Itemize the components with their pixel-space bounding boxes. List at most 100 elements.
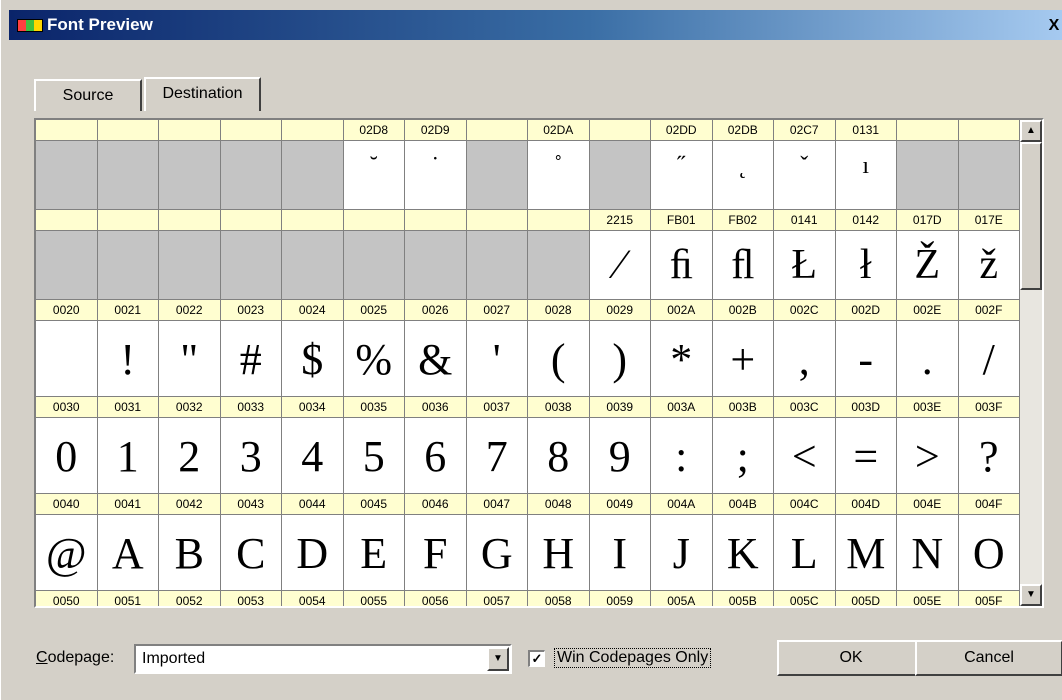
glyph-cell[interactable] xyxy=(36,321,98,397)
glyph-cell[interactable]: ? xyxy=(958,418,1020,494)
tab-source[interactable]: Source xyxy=(34,79,142,111)
glyph-cell[interactable]: , xyxy=(774,321,836,397)
glyph-cell[interactable]: J xyxy=(651,515,713,591)
glyph-cell[interactable]: ž xyxy=(958,231,1020,300)
glyph-cell[interactable]: 2 xyxy=(159,418,221,494)
glyph-cell[interactable]: = xyxy=(835,418,897,494)
ok-button[interactable]: OK xyxy=(777,640,925,676)
glyph-cell[interactable]: 4 xyxy=(282,418,344,494)
glyph-cell[interactable] xyxy=(159,141,221,210)
glyph-cell[interactable]: C xyxy=(220,515,282,591)
glyph-cell[interactable] xyxy=(97,231,159,300)
glyph-cell[interactable]: # xyxy=(220,321,282,397)
glyph-cell[interactable]: ˝ xyxy=(651,141,713,210)
glyph-cell[interactable]: " xyxy=(159,321,221,397)
glyph-cell[interactable]: G xyxy=(466,515,528,591)
glyph-cell[interactable]: Ł xyxy=(774,231,836,300)
glyph-cell[interactable] xyxy=(343,231,405,300)
glyph-cell[interactable]: I xyxy=(589,515,651,591)
vertical-scrollbar[interactable]: ▲ ▼ xyxy=(1020,120,1042,606)
codepoint-label: 002E xyxy=(897,300,959,321)
glyph-cell[interactable] xyxy=(159,231,221,300)
glyph-cell[interactable]: 8 xyxy=(528,418,590,494)
glyph-cell[interactable]: @ xyxy=(36,515,98,591)
glyph-cell[interactable]: 5 xyxy=(343,418,405,494)
glyph-cell[interactable]: ˛ xyxy=(712,141,774,210)
glyph-cell[interactable]: Ž xyxy=(897,231,959,300)
glyph-cell[interactable] xyxy=(897,141,959,210)
glyph-cell[interactable] xyxy=(958,141,1020,210)
glyph-cell[interactable]: 7 xyxy=(466,418,528,494)
glyph-cell[interactable]: F xyxy=(405,515,467,591)
scroll-up-icon[interactable]: ▲ xyxy=(1020,120,1042,142)
glyph-cell[interactable] xyxy=(528,231,590,300)
glyph-cell[interactable]: 6 xyxy=(405,418,467,494)
glyph-cell[interactable]: ﬂ xyxy=(712,231,774,300)
codepoint-label xyxy=(405,210,467,231)
glyph-cell[interactable]: - xyxy=(835,321,897,397)
glyph-cell[interactable] xyxy=(282,231,344,300)
glyph-cell[interactable]: 0 xyxy=(36,418,98,494)
glyph-cell[interactable]: M xyxy=(835,515,897,591)
codepoint-label: 004A xyxy=(651,494,713,515)
glyph-cell[interactable]: H xyxy=(528,515,590,591)
glyph-cell[interactable]: : xyxy=(651,418,713,494)
glyph-cell[interactable]: ˙ xyxy=(405,141,467,210)
glyph-cell[interactable]: % xyxy=(343,321,405,397)
glyph-cell[interactable] xyxy=(220,141,282,210)
glyph-cell[interactable]: & xyxy=(405,321,467,397)
glyph-cell[interactable] xyxy=(282,141,344,210)
scroll-thumb[interactable] xyxy=(1020,142,1042,290)
glyph-cell[interactable]: O xyxy=(958,515,1020,591)
glyph-cell[interactable]: L xyxy=(774,515,836,591)
glyph-cell[interactable]: ı xyxy=(835,141,897,210)
glyph-cell[interactable]: B xyxy=(159,515,221,591)
glyph-cell[interactable] xyxy=(405,231,467,300)
glyph-cell[interactable]: $ xyxy=(282,321,344,397)
glyph-cell[interactable]: ˇ xyxy=(774,141,836,210)
glyph-cell[interactable]: ﬁ xyxy=(651,231,713,300)
glyph-cell[interactable]: D xyxy=(282,515,344,591)
glyph-cell[interactable]: > xyxy=(897,418,959,494)
glyph-cell[interactable]: ˘ xyxy=(343,141,405,210)
glyph-cell[interactable] xyxy=(36,231,98,300)
win-codepages-label[interactable]: Win Codepages Only xyxy=(554,648,712,668)
glyph-cell[interactable]: + xyxy=(712,321,774,397)
codepage-select[interactable]: Imported ▼ xyxy=(134,644,512,674)
glyph-cell[interactable]: ˚ xyxy=(528,141,590,210)
glyph-cell[interactable] xyxy=(466,231,528,300)
glyph-cell[interactable] xyxy=(97,141,159,210)
scroll-down-icon[interactable]: ▼ xyxy=(1020,584,1042,606)
glyph-cell[interactable] xyxy=(220,231,282,300)
glyph-cell[interactable]: ł xyxy=(835,231,897,300)
codepoint-label xyxy=(282,210,344,231)
title-bar[interactable]: Font Preview X xyxy=(9,10,1062,40)
close-button[interactable]: X xyxy=(1045,18,1062,36)
glyph-cell[interactable] xyxy=(466,141,528,210)
glyph-cell[interactable]: ∕ xyxy=(589,231,651,300)
glyph-cell[interactable]: A xyxy=(97,515,159,591)
glyph-cell[interactable]: . xyxy=(897,321,959,397)
cancel-button[interactable]: Cancel xyxy=(915,640,1062,676)
tab-destination[interactable]: Destination xyxy=(144,77,261,111)
dropdown-arrow-icon[interactable]: ▼ xyxy=(487,647,509,671)
glyph-cell[interactable]: 9 xyxy=(589,418,651,494)
glyph-cell[interactable]: ! xyxy=(97,321,159,397)
glyph-cell[interactable]: * xyxy=(651,321,713,397)
glyph-cell[interactable]: < xyxy=(774,418,836,494)
glyph-cell[interactable]: 1 xyxy=(97,418,159,494)
glyph-cell[interactable] xyxy=(36,141,98,210)
codepoint-label xyxy=(466,210,528,231)
glyph-cell[interactable]: ) xyxy=(589,321,651,397)
glyph-cell[interactable]: ( xyxy=(528,321,590,397)
glyph-cell[interactable] xyxy=(589,141,651,210)
glyph-cell[interactable]: ; xyxy=(712,418,774,494)
win-codepages-checkbox[interactable]: ✓ xyxy=(528,650,545,667)
codepoint-label: 0056 xyxy=(405,591,467,606)
glyph-cell[interactable]: ' xyxy=(466,321,528,397)
glyph-cell[interactable]: / xyxy=(958,321,1020,397)
glyph-cell[interactable]: 3 xyxy=(220,418,282,494)
glyph-cell[interactable]: N xyxy=(897,515,959,591)
glyph-cell[interactable]: K xyxy=(712,515,774,591)
glyph-cell[interactable]: E xyxy=(343,515,405,591)
